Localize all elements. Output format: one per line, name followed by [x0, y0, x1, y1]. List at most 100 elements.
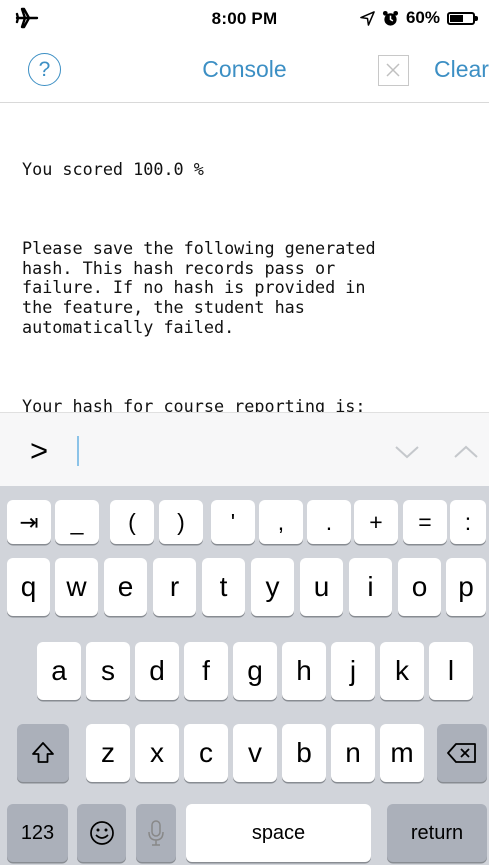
key-comma[interactable]: ,: [259, 500, 303, 544]
key-label: h: [296, 655, 312, 686]
key-close-paren[interactable]: ): [159, 500, 203, 544]
key-a[interactable]: a: [37, 642, 81, 700]
key-o[interactable]: o: [398, 558, 441, 616]
key-label: +: [369, 508, 383, 535]
console-input-row: >: [0, 412, 489, 487]
key-label: x: [150, 737, 164, 768]
numbers-key[interactable]: 123: [7, 804, 68, 862]
key-label: space: [251, 821, 306, 844]
key-label: ': [230, 508, 236, 535]
key-t[interactable]: t: [202, 558, 245, 616]
key-i[interactable]: i: [349, 558, 392, 616]
key-label: :: [464, 508, 472, 535]
key-label: g: [247, 655, 263, 686]
key-label: o: [411, 571, 428, 602]
key-label: j: [349, 655, 357, 686]
backspace-icon: [447, 743, 476, 763]
close-button[interactable]: [378, 55, 409, 86]
key-label: k: [395, 655, 409, 686]
backspace-key[interactable]: [437, 724, 487, 782]
text-cursor: [77, 436, 79, 466]
key-y[interactable]: y: [251, 558, 294, 616]
key-r[interactable]: r: [153, 558, 196, 616]
key-e[interactable]: e: [104, 558, 147, 616]
key-z[interactable]: z: [86, 724, 130, 782]
key-m[interactable]: m: [380, 724, 424, 782]
key-label: ,: [277, 508, 285, 535]
console-input[interactable]: [82, 431, 372, 471]
location-icon: [360, 10, 375, 26]
console-output: You scored 100.0 % Please save the follo…: [22, 120, 482, 412]
key-x[interactable]: x: [135, 724, 179, 782]
key-label: v: [248, 737, 262, 768]
key-label: l: [447, 655, 455, 686]
nav-bar: ? Console Clear: [0, 40, 489, 103]
shift-key[interactable]: [17, 724, 69, 782]
key-q[interactable]: q: [7, 558, 50, 616]
key-label: q: [20, 571, 37, 602]
alarm-icon: [382, 10, 399, 26]
key-w[interactable]: w: [55, 558, 98, 616]
close-icon: [386, 63, 400, 77]
key-label: y: [265, 571, 280, 602]
key-label: b: [296, 737, 312, 768]
page-title: Console: [202, 56, 287, 82]
console-line: Your hash for course reporting is: fcb8f…: [22, 396, 366, 412]
key-period[interactable]: .: [307, 500, 351, 544]
key-plus[interactable]: +: [354, 500, 398, 544]
key-label: a: [51, 655, 67, 686]
battery-icon: [447, 11, 478, 25]
key-label: i: [367, 571, 374, 602]
return-key[interactable]: return: [387, 804, 487, 862]
key-p[interactable]: p: [446, 558, 486, 616]
chevron-up-icon[interactable]: [453, 444, 479, 460]
prompt-symbol: >: [30, 433, 49, 468]
key-label: n: [345, 737, 361, 768]
console-line: Please save the following generated hash…: [22, 237, 376, 337]
key-equals[interactable]: =: [403, 500, 447, 544]
key-label: =: [418, 508, 432, 535]
key-b[interactable]: b: [282, 724, 326, 782]
key-colon[interactable]: :: [450, 500, 486, 544]
emoji-key[interactable]: [77, 804, 126, 862]
tab-icon: ⇥: [19, 508, 39, 535]
space-key[interactable]: space: [186, 804, 371, 862]
shift-icon: [32, 742, 54, 763]
key-label: w: [66, 571, 87, 602]
key-f[interactable]: f: [184, 642, 228, 700]
key-label: .: [325, 508, 333, 535]
key-n[interactable]: n: [331, 724, 375, 782]
key-j[interactable]: j: [331, 642, 375, 700]
key-g[interactable]: g: [233, 642, 277, 700]
key-d[interactable]: d: [135, 642, 179, 700]
key-label: d: [149, 655, 165, 686]
key-open-paren[interactable]: (: [110, 500, 154, 544]
status-bar: 8:00 PM 60%: [0, 0, 489, 40]
chevron-down-icon[interactable]: [394, 444, 420, 460]
key-v[interactable]: v: [233, 724, 277, 782]
status-right-group: 60%: [360, 8, 478, 28]
emoji-icon: [89, 821, 114, 845]
key-h[interactable]: h: [282, 642, 326, 700]
key-s[interactable]: s: [86, 642, 130, 700]
keyboard: ⇥ _ ( ) ' , . + = : q w e r t y u i o p …: [0, 486, 489, 865]
key-label: return: [410, 821, 464, 844]
key-l[interactable]: l: [429, 642, 473, 700]
key-apostrophe[interactable]: ': [211, 500, 255, 544]
key-label: e: [117, 571, 134, 602]
key-c[interactable]: c: [184, 724, 228, 782]
key-label: r: [169, 571, 180, 602]
key-tab[interactable]: ⇥: [7, 500, 51, 544]
key-underscore[interactable]: _: [55, 500, 99, 544]
key-u[interactable]: u: [300, 558, 343, 616]
key-k[interactable]: k: [380, 642, 424, 700]
dictation-key[interactable]: [136, 804, 176, 862]
key-label: u: [313, 571, 330, 602]
console-line: You scored 100.0 %: [22, 158, 204, 179]
key-label: f: [202, 655, 210, 686]
microphone-icon: [148, 820, 164, 846]
key-label: p: [458, 571, 474, 602]
key-label: _: [70, 508, 84, 535]
key-label: s: [101, 655, 115, 686]
clear-button[interactable]: Clear: [434, 56, 489, 83]
